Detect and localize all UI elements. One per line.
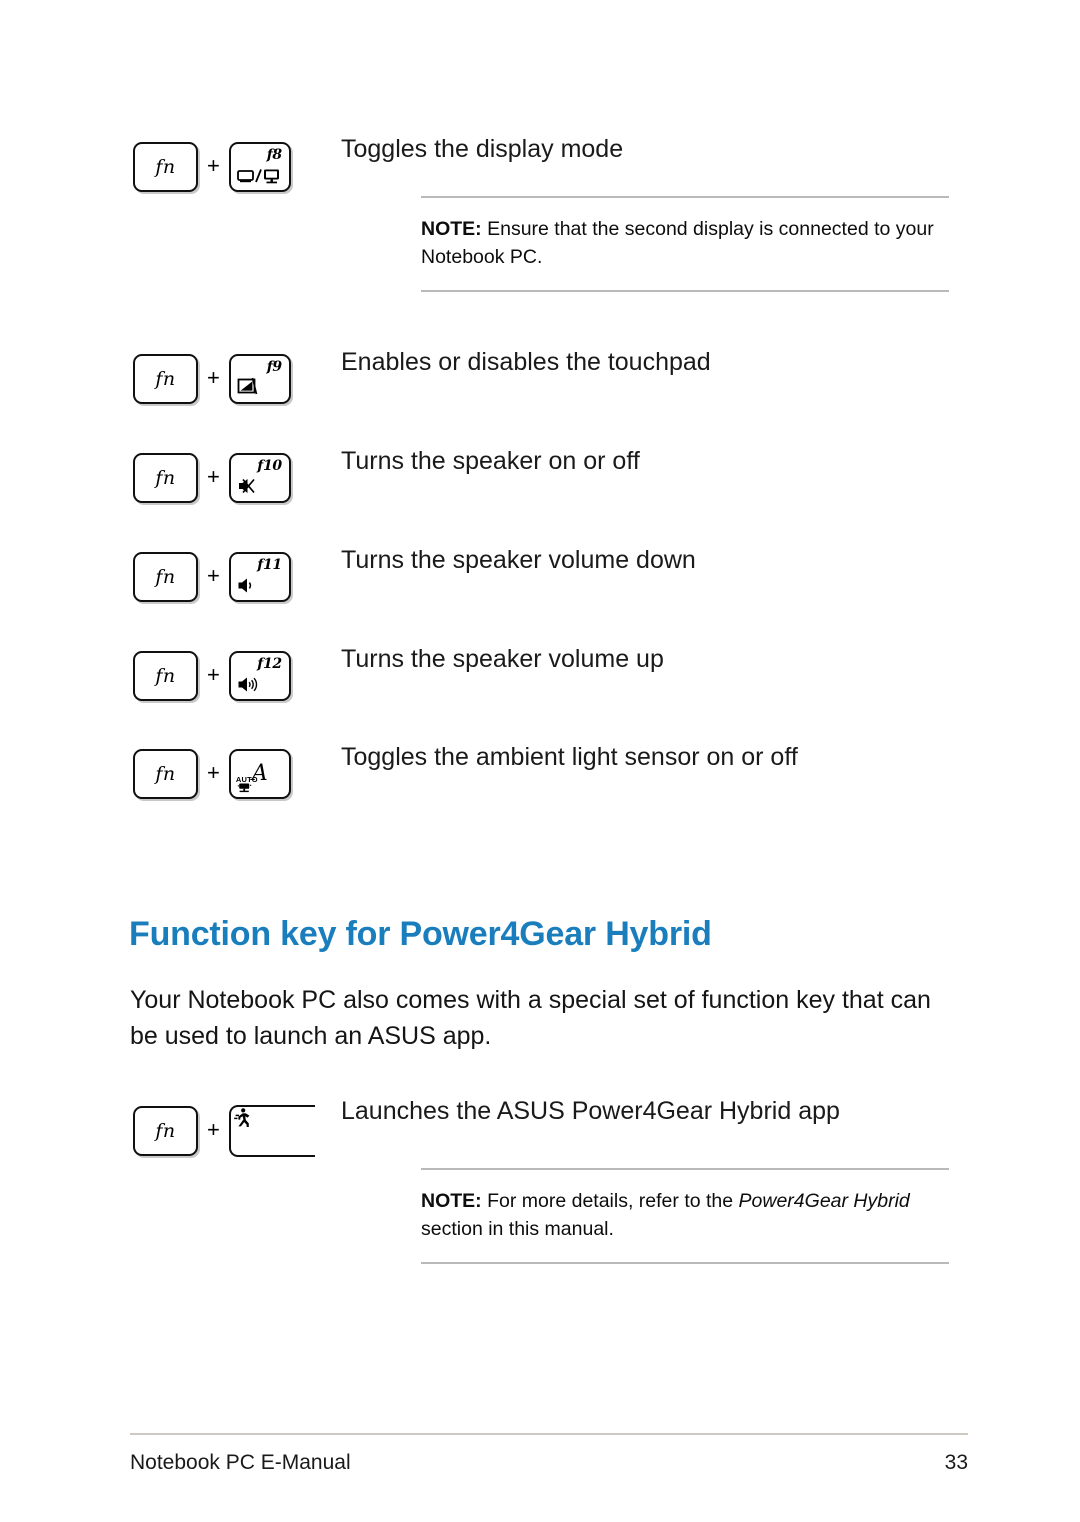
shortcut-row-f10: fn + f10: [133, 453, 333, 503]
volume-up-icon: [237, 675, 265, 694]
speaker-mute-icon: [237, 476, 261, 496]
section-heading: Function key for Power4Gear Hybrid: [129, 915, 712, 953]
section-body: Your Notebook PC also comes with a speci…: [130, 986, 931, 1050]
plus-separator: +: [207, 661, 220, 687]
manual-page: fn + f8 Toggles the display mode NOTE: E…: [0, 0, 1080, 1522]
note-label: NOTE:: [421, 218, 482, 240]
f12-keycap: f12: [228, 651, 291, 701]
note-display: NOTE: Ensure that the second display is …: [421, 196, 949, 293]
power4gear-keycap: [228, 1105, 315, 1157]
shortcut-row-ambient-light: fn + A AUTO: [133, 749, 333, 799]
description-f12: Turns the speaker volume up: [341, 645, 664, 673]
footer-page-number: 33: [944, 1451, 968, 1474]
note-power4gear-text: NOTE: For more details, refer to the Pow…: [421, 1190, 910, 1240]
f8-keycap: f8: [228, 142, 291, 192]
key-combo-power4gear: fn +: [133, 1105, 333, 1157]
plus-separator: +: [207, 562, 220, 588]
f8-key-label: f8: [266, 147, 282, 163]
key-combo-f8: fn + f8: [133, 142, 333, 192]
plus-separator: +: [207, 759, 220, 785]
ambient-light-sensor-icon: [237, 783, 253, 794]
page-footer: Notebook PC E-Manual 33: [130, 1433, 968, 1475]
fn-key-label: fn: [155, 368, 176, 390]
footer-title: Notebook PC E-Manual: [130, 1451, 351, 1474]
description-ambient-light: Toggles the ambient light sensor on or o…: [341, 743, 798, 771]
fn-key-label: fn: [155, 763, 176, 785]
description-f8: Toggles the display mode: [341, 135, 624, 163]
f10-key-label: f10: [257, 458, 282, 474]
plus-separator: +: [207, 152, 220, 178]
f9-keycap: f9: [228, 354, 291, 404]
description-f10: Turns the speaker on or off: [341, 447, 640, 475]
note-emphasis: Power4Gear Hybrid: [738, 1190, 910, 1212]
fn-keycap: fn: [133, 142, 198, 192]
fn-key-label: fn: [155, 156, 176, 178]
note-display-text: NOTE: Ensure that the second display is …: [421, 218, 934, 268]
description-power4gear: Launches the ASUS Power4Gear Hybrid app: [341, 1097, 840, 1125]
plus-separator: +: [207, 463, 220, 489]
description-f11: Turns the speaker volume down: [341, 546, 696, 574]
description-f9: Enables or disables the touchpad: [341, 348, 711, 376]
fn-key-label: fn: [155, 1120, 176, 1142]
f12-key-label: f12: [257, 656, 282, 672]
shortcut-row-f12: fn + f12: [133, 651, 333, 701]
f9-key-label: f9: [266, 359, 282, 375]
display-switch-icon: [236, 167, 283, 185]
key-combo-f12: fn + f12: [133, 651, 333, 701]
volume-down-icon: [237, 576, 261, 595]
shortcut-row-power4gear: fn +: [133, 1105, 333, 1157]
key-combo-f9: fn + f9: [133, 354, 333, 404]
ambient-light-keycap: A AUTO: [228, 749, 291, 799]
shortcut-row-f11: fn + f11: [133, 552, 333, 602]
f11-key-label: f11: [257, 557, 282, 573]
power4gear-runner-icon: [231, 1108, 253, 1133]
fn-keycap: fn: [133, 453, 198, 503]
fn-keycap: fn: [133, 749, 198, 799]
key-combo-f10: fn + f10: [133, 453, 333, 503]
touchpad-disabled-icon: [237, 377, 259, 397]
f10-keycap: f10: [228, 453, 291, 503]
key-combo-f11: fn + f11: [133, 552, 333, 602]
fn-keycap: fn: [133, 552, 198, 602]
note-power4gear: NOTE: For more details, refer to the Pow…: [421, 1168, 949, 1265]
key-combo-ambient-light: fn + A AUTO: [133, 749, 333, 799]
fn-keycap: fn: [133, 354, 198, 404]
fn-keycap: fn: [133, 1106, 198, 1156]
note-label: NOTE:: [421, 1190, 482, 1212]
fn-keycap: fn: [133, 651, 198, 701]
fn-key-label: fn: [155, 467, 176, 489]
plus-separator: +: [207, 1116, 220, 1142]
plus-separator: +: [207, 364, 220, 390]
shortcut-row-f8: fn + f8: [133, 142, 333, 192]
f11-keycap: f11: [228, 552, 291, 602]
fn-key-label: fn: [155, 566, 176, 588]
shortcut-row-f9: fn + f9: [133, 354, 333, 404]
fn-key-label: fn: [155, 665, 176, 687]
